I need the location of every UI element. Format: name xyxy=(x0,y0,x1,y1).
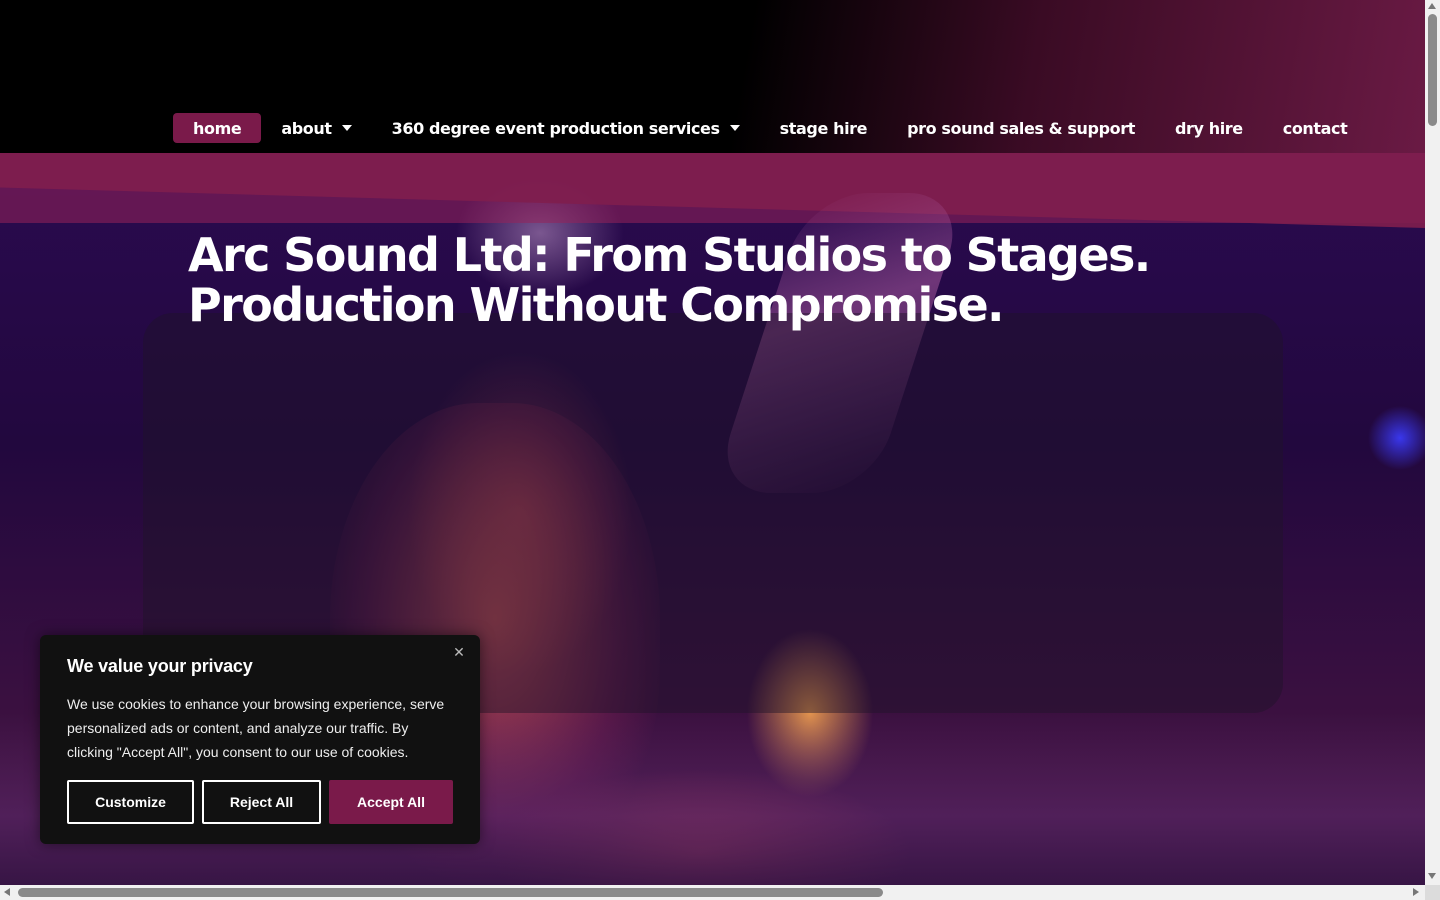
accept-all-button[interactable]: Accept All xyxy=(329,780,453,824)
horizontal-scrollbar[interactable] xyxy=(0,885,1425,900)
nav-item-home[interactable]: home xyxy=(173,113,262,143)
nav-item-label: contact xyxy=(1282,118,1348,138)
nav-item-label: 360 degree event production services xyxy=(391,118,720,138)
nav-item-contact[interactable]: contact xyxy=(1263,113,1368,143)
scrollbar-corner xyxy=(1425,885,1440,900)
vertical-scrollbar-thumb[interactable] xyxy=(1428,14,1437,126)
main-nav: home about 360 degree event production s… xyxy=(173,113,1367,143)
nav-item-label: pro sound sales & support xyxy=(907,118,1135,138)
cookie-banner-title: We value your privacy xyxy=(67,656,253,676)
scroll-down-arrow-icon[interactable] xyxy=(1428,873,1436,879)
page: home about 360 degree event production s… xyxy=(0,0,1425,885)
horizontal-scrollbar-thumb[interactable] xyxy=(18,888,883,897)
nav-item-label: stage hire xyxy=(779,118,868,138)
nav-item-label: home xyxy=(193,118,242,138)
site-header: home about 360 degree event production s… xyxy=(0,0,1425,153)
caret-down-icon xyxy=(341,125,352,131)
scroll-left-arrow-icon[interactable] xyxy=(4,888,10,896)
vertical-scrollbar[interactable] xyxy=(1425,0,1440,885)
nav-item-pro-sound[interactable]: pro sound sales & support xyxy=(887,113,1155,143)
headline-line-2: Production Without Compromise. xyxy=(188,278,1005,332)
reject-all-button[interactable]: Reject All xyxy=(202,780,321,824)
hero-headline: Arc Sound Ltd: From Studios to Stages. P… xyxy=(188,230,1188,330)
nav-item-stage-hire[interactable]: stage hire xyxy=(760,113,887,143)
cookie-consent-banner: ✕ We value your privacy We use cookies t… xyxy=(40,635,480,844)
caret-down-icon xyxy=(729,125,740,131)
nav-item-event-production[interactable]: 360 degree event production services xyxy=(372,113,760,143)
scroll-right-arrow-icon[interactable] xyxy=(1413,888,1419,896)
headline-line-1: Arc Sound Ltd: From Studios to Stages. xyxy=(188,228,1151,282)
nav-item-about[interactable]: about xyxy=(261,113,371,143)
nav-item-label: about xyxy=(281,118,332,138)
customize-button[interactable]: Customize xyxy=(67,780,194,824)
cookie-banner-text: We use cookies to enhance your browsing … xyxy=(67,696,445,760)
nav-item-label: dry hire xyxy=(1174,118,1243,138)
scroll-up-arrow-icon[interactable] xyxy=(1428,3,1436,9)
close-icon[interactable]: ✕ xyxy=(452,643,466,661)
nav-item-dry-hire[interactable]: dry hire xyxy=(1155,113,1263,143)
